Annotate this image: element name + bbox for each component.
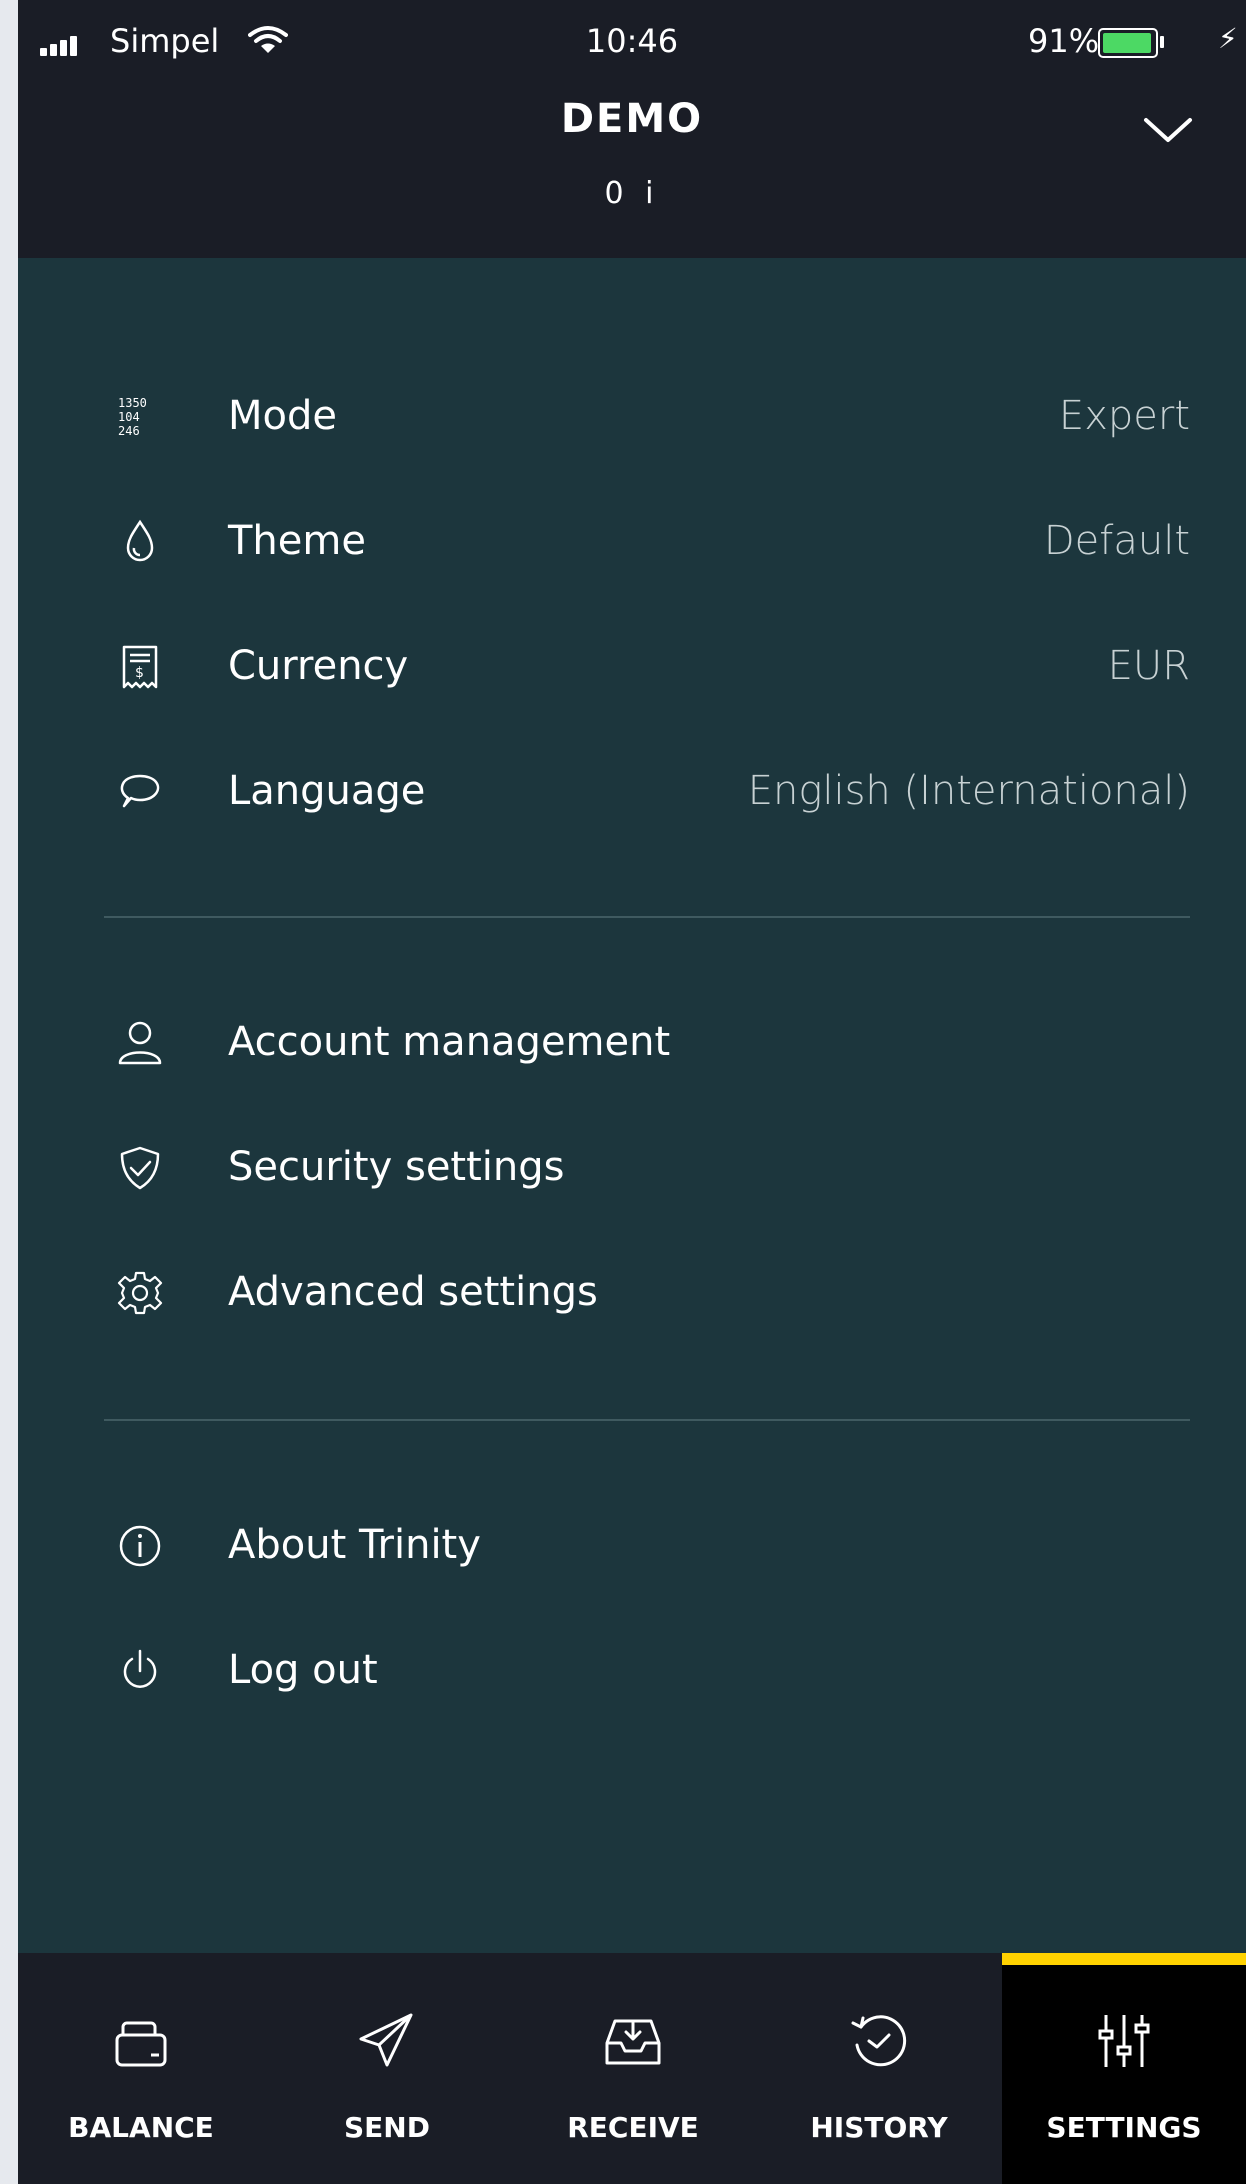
- info-icon: [119, 1525, 161, 1567]
- battery-icon: [1098, 28, 1158, 58]
- settings-row-label: Currency: [228, 643, 409, 689]
- account-balance: 0 i: [604, 176, 660, 211]
- account-name: DEMO: [560, 96, 704, 142]
- settings-row-advanced-settings[interactable]: Advanced settings: [104, 1247, 1190, 1337]
- header: Simpel 10:46 91% ⚡ DEMO 0 i: [18, 0, 1246, 258]
- settings-row-currency[interactable]: $ Currency EUR: [104, 621, 1190, 711]
- speech-bubble-icon: [120, 774, 160, 808]
- status-bar: Simpel 10:46 91% ⚡: [18, 0, 1246, 90]
- settings-row-label: Advanced settings: [228, 1269, 598, 1315]
- tab-label: HISTORY: [810, 2111, 948, 2144]
- power-icon: [123, 1649, 157, 1688]
- charging-icon: ⚡: [1218, 22, 1238, 55]
- tab-balance[interactable]: BALANCE: [18, 1953, 264, 2184]
- wallet-icon: [115, 2021, 167, 2067]
- tab-receive[interactable]: RECEIVE: [510, 1953, 756, 2184]
- settings-row-value: Expert: [1058, 393, 1190, 439]
- gear-icon: [117, 1271, 163, 1315]
- settings-row-logout[interactable]: Log out: [104, 1625, 1190, 1715]
- tab-label: SEND: [344, 2111, 430, 2144]
- battery-percentage: 91%: [1028, 22, 1100, 60]
- tab-label: SETTINGS: [1046, 2111, 1202, 2144]
- history-icon: [851, 2015, 907, 2067]
- sliders-icon: [1098, 2015, 1150, 2067]
- settings-row-value: Default: [1043, 518, 1190, 564]
- tab-send[interactable]: SEND: [264, 1953, 510, 2184]
- inbox-icon: [605, 2019, 661, 2065]
- tab-settings[interactable]: SETTINGS: [1002, 1953, 1246, 2184]
- settings-row-label: Mode: [228, 393, 337, 439]
- receipt-icon: $: [122, 645, 158, 689]
- bottom-nav: BALANCE SEND RECEIVE HISTORY SETTINGS: [18, 1953, 1246, 2184]
- shield-icon: [120, 1146, 160, 1190]
- divider: [104, 1419, 1190, 1421]
- settings-row-about[interactable]: About Trinity: [104, 1500, 1190, 1590]
- phone-screen: Simpel 10:46 91% ⚡ DEMO 0 i 1350 104 246…: [18, 0, 1246, 2184]
- paper-plane-icon: [359, 2013, 413, 2067]
- settings-row-security-settings[interactable]: Security settings: [104, 1122, 1190, 1212]
- svg-text:1350: 1350: [118, 396, 147, 410]
- droplet-icon: [126, 519, 154, 562]
- user-icon: [118, 1021, 162, 1065]
- settings-row-value: English (International): [747, 768, 1190, 814]
- settings-row-value: EUR: [1107, 643, 1190, 689]
- svg-text:$: $: [135, 665, 144, 681]
- settings-row-label: Log out: [228, 1647, 378, 1693]
- settings-row-label: Theme: [228, 518, 366, 564]
- settings-row-label: Account management: [228, 1019, 671, 1065]
- divider: [104, 916, 1190, 918]
- tab-label: BALANCE: [68, 2111, 214, 2144]
- mode-icon: 1350 104 246: [118, 396, 147, 438]
- settings-row-theme[interactable]: Theme Default: [104, 496, 1190, 586]
- battery-tip: [1160, 36, 1164, 48]
- settings-row-language[interactable]: Language English (International): [104, 746, 1190, 836]
- svg-text:104: 104: [118, 410, 140, 424]
- svg-text:246: 246: [118, 424, 140, 438]
- settings-row-label: Language: [228, 768, 426, 814]
- settings-row-label: About Trinity: [228, 1522, 481, 1568]
- tab-history[interactable]: HISTORY: [756, 1953, 1002, 2184]
- tab-label: RECEIVE: [567, 2111, 699, 2144]
- settings-row-account-management[interactable]: Account management: [104, 997, 1190, 1087]
- settings-row-mode[interactable]: 1350 104 246 Mode Expert: [104, 371, 1190, 461]
- settings-row-label: Security settings: [228, 1144, 565, 1190]
- chevron-down-icon[interactable]: [1140, 110, 1196, 150]
